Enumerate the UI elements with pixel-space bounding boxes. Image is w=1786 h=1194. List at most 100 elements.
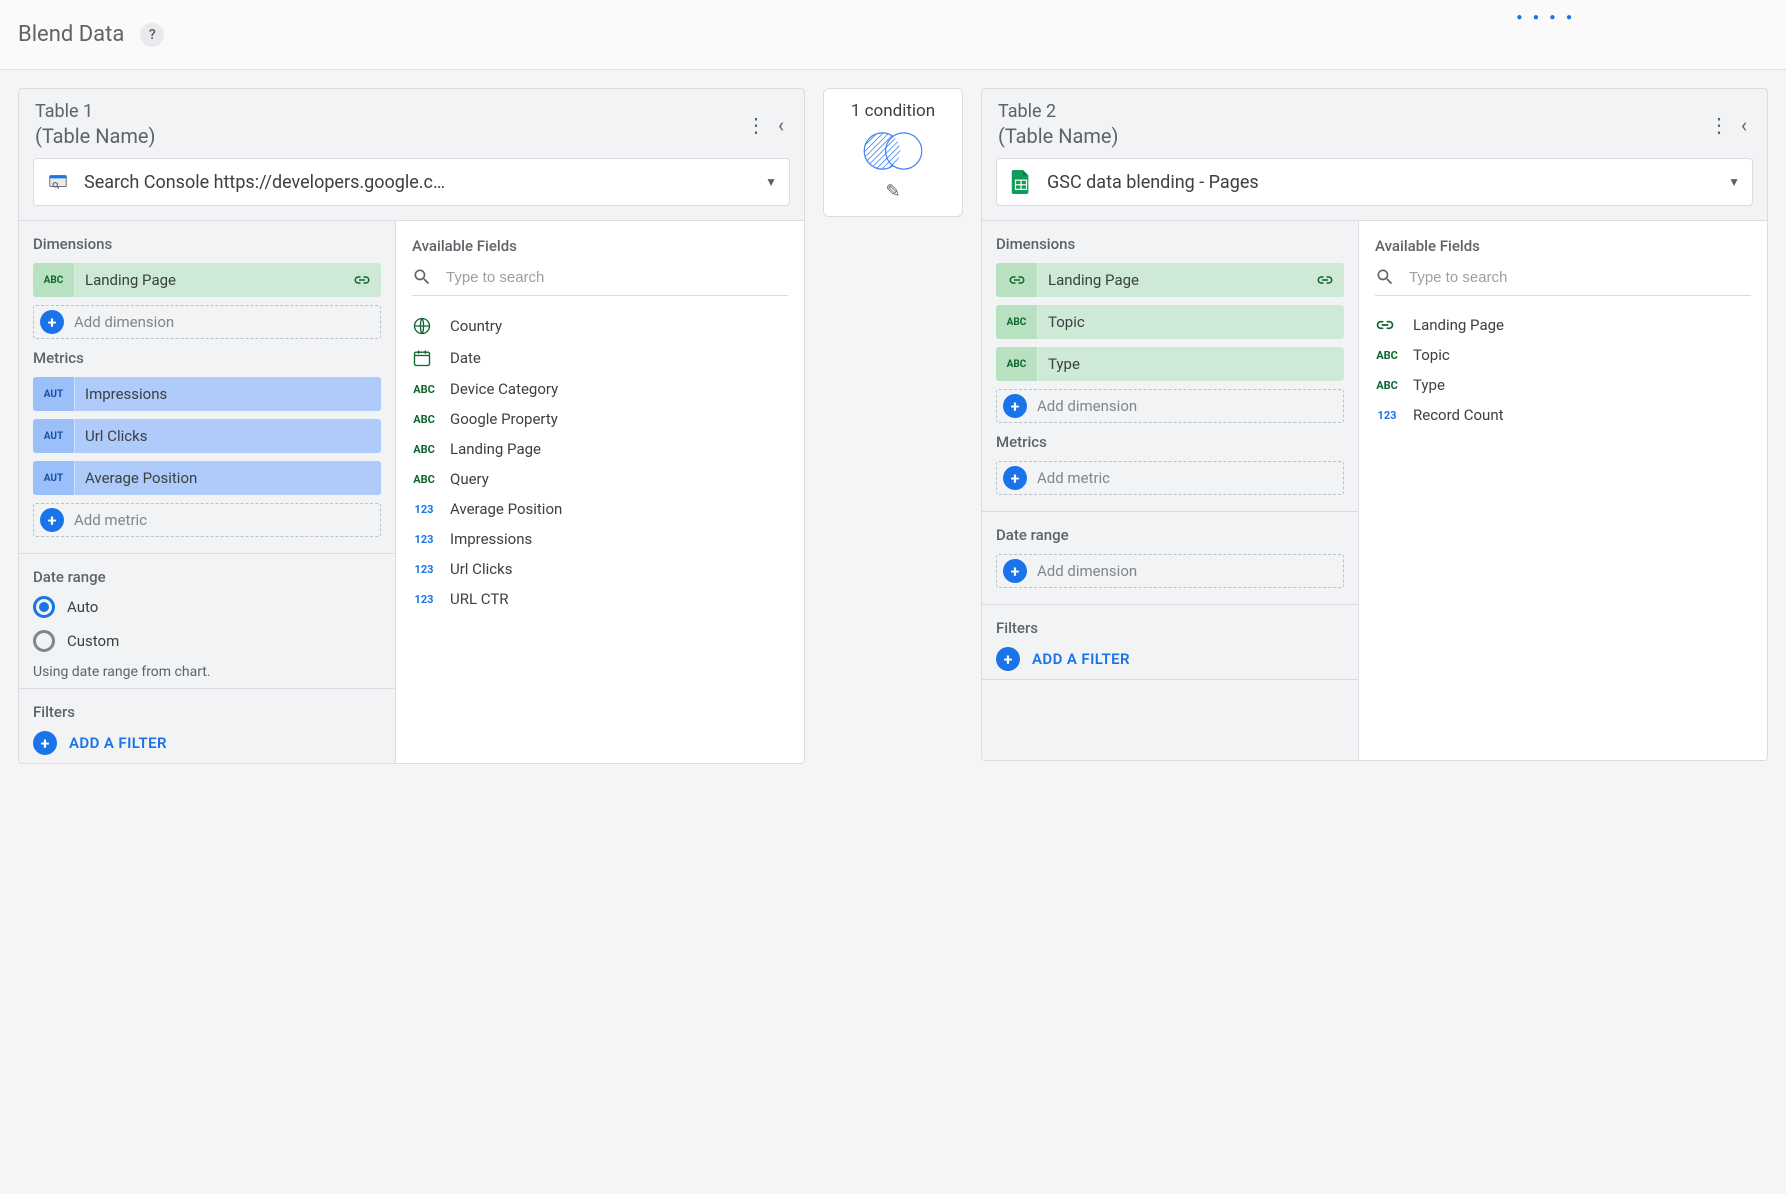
add-dimension-button[interactable]: + Add dimension bbox=[996, 389, 1344, 423]
abc-type-icon: ABC bbox=[412, 413, 436, 426]
table2-dimensions-section: Dimensions Landing Page ABC Topic bbox=[982, 221, 1358, 512]
field-label: Average Position bbox=[450, 500, 562, 518]
search-icon bbox=[412, 267, 432, 287]
metric-chip[interactable]: AUT Impressions bbox=[33, 377, 381, 411]
available-field-item[interactable]: 123Url Clicks bbox=[412, 554, 788, 584]
dimension-chip[interactable]: ABC Landing Page bbox=[33, 263, 381, 297]
available-field-item[interactable]: 123 URL CTR bbox=[412, 584, 788, 614]
link-icon bbox=[1306, 274, 1344, 286]
filters-label: Filters bbox=[996, 619, 1344, 637]
field-label: Google Property bbox=[450, 410, 558, 428]
add-metric-button[interactable]: + Add metric bbox=[33, 503, 381, 537]
filters-label: Filters bbox=[33, 703, 381, 721]
field-label: Query bbox=[450, 470, 489, 488]
radio-icon bbox=[33, 630, 55, 652]
available-field-item[interactable]: Landing Page bbox=[1375, 310, 1751, 340]
type-badge: AUT bbox=[33, 377, 75, 411]
plus-icon: + bbox=[40, 310, 64, 334]
field-label: Impressions bbox=[450, 530, 532, 548]
collapse-left-icon[interactable]: ‹ bbox=[774, 113, 788, 137]
add-filter-label: ADD A FILTER bbox=[69, 734, 167, 752]
help-icon[interactable]: ? bbox=[140, 23, 164, 47]
field-label: Url Clicks bbox=[450, 560, 512, 578]
type-badge: AUT bbox=[33, 419, 75, 453]
table1-dimensions-section: Dimensions ABC Landing Page + Add dimens… bbox=[19, 221, 395, 554]
available-field-item[interactable]: 123Impressions bbox=[412, 524, 788, 554]
globe-type-icon bbox=[412, 316, 436, 336]
add-filter-button[interactable]: + ADD A FILTER bbox=[33, 731, 381, 755]
available-field-item[interactable]: Date bbox=[412, 342, 788, 374]
more-icon[interactable]: ⋮ bbox=[738, 113, 774, 137]
field-label: URL CTR bbox=[450, 590, 509, 608]
type-badge: ABC bbox=[996, 305, 1038, 339]
add-dimension-button[interactable]: + Add dimension bbox=[33, 305, 381, 339]
metrics-label: Metrics bbox=[996, 433, 1344, 451]
available-field-item[interactable]: 123Record Count bbox=[1375, 400, 1751, 430]
drag-handle-dots[interactable]: ● ● ● ● bbox=[1516, 12, 1576, 23]
available-field-item[interactable]: ABC Topic bbox=[1375, 340, 1751, 370]
table1-available-fields: Available Fields CountryDateABCDevice Ca… bbox=[396, 221, 804, 763]
available-fields-label: Available Fields bbox=[412, 237, 788, 255]
add-date-dimension-button[interactable]: + Add dimension bbox=[996, 554, 1344, 588]
radio-auto[interactable]: Auto bbox=[33, 596, 381, 618]
type-badge: ABC bbox=[996, 347, 1038, 381]
field-label: Landing Page bbox=[1413, 316, 1504, 334]
123-type-icon: 123 bbox=[412, 593, 436, 606]
chip-label: Type bbox=[1038, 355, 1344, 373]
table2-daterange-section: Date range + Add dimension bbox=[982, 512, 1358, 605]
metric-chip[interactable]: AUT Url Clicks bbox=[33, 419, 381, 453]
abc-type-icon: ABC bbox=[1375, 349, 1399, 362]
metric-chip[interactable]: AUT Average Position bbox=[33, 461, 381, 495]
join-condition-label: 1 condition bbox=[851, 101, 935, 121]
available-field-item[interactable]: ABCType bbox=[1375, 370, 1751, 400]
table2-filters-section: Filters + ADD A FILTER bbox=[982, 605, 1358, 680]
daterange-label: Date range bbox=[33, 568, 381, 586]
table2-source-select[interactable]: GSC data blending - Pages ▼ bbox=[996, 158, 1753, 206]
chip-label: Url Clicks bbox=[75, 427, 381, 445]
search-input[interactable] bbox=[446, 269, 788, 286]
available-field-item[interactable]: ABCQuery bbox=[412, 464, 788, 494]
venn-diagram-icon bbox=[856, 129, 930, 173]
search-input[interactable] bbox=[1409, 269, 1751, 286]
available-field-item[interactable]: Country bbox=[412, 310, 788, 342]
dimension-chip[interactable]: Landing Page bbox=[996, 263, 1344, 297]
available-field-item[interactable]: ABCLanding Page bbox=[412, 434, 788, 464]
chip-label: Topic bbox=[1038, 313, 1344, 331]
table1-subtitle: (Table Name) bbox=[35, 124, 738, 148]
available-field-item[interactable]: ABC Google Property bbox=[412, 404, 788, 434]
table2-source-label: GSC data blending - Pages bbox=[1047, 172, 1714, 193]
chevron-down-icon: ▼ bbox=[1728, 175, 1740, 189]
field-label: Topic bbox=[1413, 346, 1450, 364]
table2-subtitle: (Table Name) bbox=[998, 124, 1701, 148]
chip-label: Landing Page bbox=[1038, 271, 1306, 289]
radio-label: Custom bbox=[67, 632, 119, 650]
radio-label: Auto bbox=[67, 598, 98, 616]
123-type-icon: 123 bbox=[1375, 409, 1399, 422]
available-fields-label: Available Fields bbox=[1375, 237, 1751, 255]
chip-label: Landing Page bbox=[75, 271, 343, 289]
radio-custom[interactable]: Custom bbox=[33, 630, 381, 652]
dimensions-label: Dimensions bbox=[996, 235, 1344, 253]
add-metric-label: Add metric bbox=[1037, 469, 1110, 487]
collapse-left-icon[interactable]: ‹ bbox=[1737, 113, 1751, 137]
table1-source-select[interactable]: Search Console https://developers.google… bbox=[33, 158, 790, 206]
date-type-icon bbox=[412, 348, 436, 368]
add-dimension-label: Add dimension bbox=[74, 313, 174, 331]
plus-icon: + bbox=[1003, 559, 1027, 583]
more-icon[interactable]: ⋮ bbox=[1701, 113, 1737, 137]
available-field-item[interactable]: ABCDevice Category bbox=[412, 374, 788, 404]
link-icon bbox=[343, 274, 381, 286]
join-config-card[interactable]: 1 condition ✎ bbox=[823, 88, 963, 217]
abc-type-icon: ABC bbox=[412, 443, 436, 456]
table1-source-label: Search Console https://developers.google… bbox=[84, 172, 751, 193]
dimension-chip[interactable]: ABC Topic bbox=[996, 305, 1344, 339]
chip-label: Average Position bbox=[75, 469, 381, 487]
table2-title: Table 2 bbox=[998, 101, 1701, 122]
add-metric-button[interactable]: + Add metric bbox=[996, 461, 1344, 495]
add-filter-button[interactable]: + ADD A FILTER bbox=[996, 647, 1344, 671]
workspace: Table 1 (Table Name) ⋮ ‹ Search Console … bbox=[0, 70, 1786, 782]
add-date-dimension-label: Add dimension bbox=[1037, 562, 1137, 580]
dimension-chip[interactable]: ABC Type bbox=[996, 347, 1344, 381]
plus-icon: + bbox=[996, 647, 1020, 671]
available-field-item[interactable]: 123Average Position bbox=[412, 494, 788, 524]
